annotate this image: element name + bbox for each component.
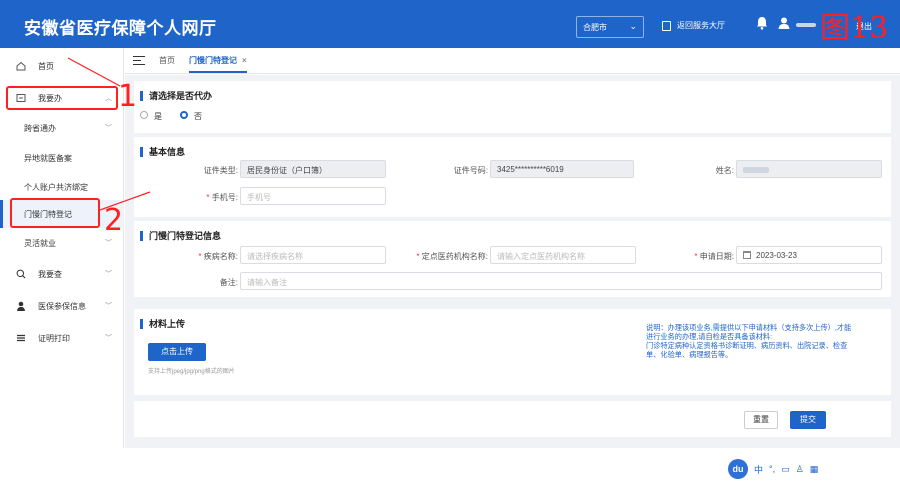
note-line: 进行业务的办理,请自检是否具备该材料: <box>646 332 773 341</box>
user-icon[interactable] <box>778 17 790 29</box>
date-label: * 申请日期: <box>694 252 734 261</box>
chevron-down-icon: ﹀ <box>105 240 112 247</box>
reset-button[interactable]: 重置 <box>744 411 778 429</box>
registration-panel: 门慢门特登记信息 * 疾病名称: 请选择疾病名称 * 定点医药机构名称: 请输入… <box>134 221 891 297</box>
top-header: 安徽省医疗保障个人网厅 合肥市 ⌄ 返回服务大厅 退出 <box>0 0 900 48</box>
tab-home[interactable]: 首页 <box>159 55 175 66</box>
figure-tag: 图13 <box>820 11 889 46</box>
sidebar-item-label: 我要查 <box>38 269 62 279</box>
phone-label: * 手机号: <box>206 193 238 202</box>
ime-toolbar[interactable]: du 中 °, ▭ ♙ ▦ <box>728 459 818 479</box>
bell-icon[interactable] <box>756 16 768 30</box>
tab-label: 门慢门特登记 <box>189 56 237 65</box>
note-line: 说明：办理该项业务,需提供以下申请材料（支持多次上传）,才能 <box>646 323 852 332</box>
upload-note: 说明：办理该项业务,需提供以下申请材料（支持多次上传）,才能 进行业务的办理,请… <box>646 323 886 359</box>
upload-button[interactable]: 点击上传 <box>148 343 206 361</box>
disease-label: * 疾病名称: <box>198 252 238 261</box>
remark-label: 备注: <box>219 278 238 287</box>
name-label: 姓名: <box>715 166 734 175</box>
id-number-label: 证件号码: <box>453 166 488 175</box>
sidebar-item-home[interactable]: 首页 <box>0 52 124 80</box>
sidebar-item-label: 证明打印 <box>38 333 70 343</box>
list-icon <box>16 333 26 343</box>
sidebar-item-label: 跨省通办 <box>24 123 56 133</box>
id-number-field[interactable]: 3425**********6019 <box>490 160 634 178</box>
home-icon <box>16 61 26 71</box>
user-icon <box>16 301 26 311</box>
sidebar-item-label: 个人账户共济绑定 <box>24 182 88 192</box>
basic-info-panel: 基本信息 证件类型: 居民身份证（户口簿） 证件号码: 3425********… <box>134 137 891 217</box>
sidebar-item-insurance-info[interactable]: 医保参保信息 ﹀ <box>0 292 124 320</box>
back-to-service-hall-link[interactable]: 返回服务大厅 <box>662 20 725 31</box>
city-select-value: 合肥市 <box>583 23 607 32</box>
date-picker[interactable]: 2023-03-23 <box>736 246 882 264</box>
tab-chronic-registration[interactable]: 门慢门特登记 × <box>189 55 247 73</box>
radio-agent-no[interactable] <box>180 111 188 119</box>
phone-input[interactable]: 手机号 <box>240 187 386 205</box>
action-bar: 重置 提交 <box>134 401 891 437</box>
sidebar-item-account-binding[interactable]: 个人账户共济绑定 <box>0 173 124 201</box>
menu-toggle-icon[interactable] <box>133 55 145 66</box>
exit-icon <box>662 20 671 31</box>
sidebar-item-certificate-print[interactable]: 证明打印 ﹀ <box>0 324 124 352</box>
section-title: 门慢门特登记信息 <box>140 231 221 241</box>
ime-language[interactable]: 中 <box>754 463 763 476</box>
sidebar-item-label: 首页 <box>38 61 54 71</box>
sidebar-item-query[interactable]: 我要查 ﹀ <box>0 260 124 288</box>
annotation-box-1 <box>6 86 118 110</box>
submit-button[interactable]: 提交 <box>790 411 826 429</box>
baidu-ime-icon[interactable]: du <box>728 459 748 479</box>
close-icon[interactable]: × <box>242 56 247 65</box>
radio-label: 否 <box>194 112 202 121</box>
chevron-down-icon: ﹀ <box>105 125 112 132</box>
punctuation-icon[interactable]: °, <box>769 464 775 474</box>
section-title: 请选择是否代办 <box>140 91 212 101</box>
search-icon <box>16 269 26 279</box>
tab-bar: 首页 门慢门特登记 × <box>125 48 900 74</box>
annotation-box-2 <box>10 198 100 228</box>
note-line: 单、化验单、病理报告等。 <box>646 350 733 359</box>
id-type-label: 证件类型: <box>203 166 238 175</box>
calendar-icon <box>743 251 751 259</box>
chevron-down-icon: ﹀ <box>105 335 112 342</box>
org-label: * 定点医药机构名称: <box>416 252 488 261</box>
sidebar-item-label: 医保参保信息 <box>38 301 86 311</box>
org-input[interactable]: 请输入定点医药机构名称 <box>490 246 636 264</box>
disease-select[interactable]: 请选择疾病名称 <box>240 246 386 264</box>
back-link-label: 返回服务大厅 <box>677 21 725 30</box>
grid-icon[interactable]: ▦ <box>810 464 819 475</box>
annotation-number-2: 2 <box>104 203 124 238</box>
chevron-down-icon: ﹀ <box>105 271 112 278</box>
upload-panel: 材料上传 点击上传 支持上传jpeg/jpg/png格式的图片 说明：办理该项业… <box>134 309 891 395</box>
main-content: 请选择是否代办 是 否 基本信息 证件类型: 居民身份证（户口簿） 证件号码: … <box>125 75 900 448</box>
user-icon[interactable]: ♙ <box>796 464 804 475</box>
keyboard-icon[interactable]: ▭ <box>781 464 790 475</box>
name-field[interactable] <box>736 160 882 178</box>
sidebar-item-label: 灵活就业 <box>24 238 56 248</box>
sidebar-item-cross-province[interactable]: 跨省通办 ﹀ <box>0 114 124 142</box>
date-value: 2023-03-23 <box>756 251 797 260</box>
section-title: 材料上传 <box>140 319 185 329</box>
upload-hint: 支持上传jpeg/jpg/png格式的图片 <box>148 369 235 375</box>
chevron-down-icon: ⌄ <box>629 21 637 31</box>
blurred-name <box>743 167 769 173</box>
site-title: 安徽省医疗保障个人网厅 <box>24 19 217 38</box>
blurred-username <box>796 23 816 27</box>
agent-panel: 请选择是否代办 是 否 <box>134 81 891 133</box>
annotation-number-1: 1 <box>118 79 138 114</box>
sidebar-item-remote-medical-filing[interactable]: 异地就医备案 <box>0 144 124 172</box>
note-line: 门诊特定病种认定资格书诊断证明、病历资料、出院记录、检查 <box>646 341 848 350</box>
id-type-field[interactable]: 居民身份证（户口簿） <box>240 160 386 178</box>
sidebar-item-label: 异地就医备案 <box>24 153 72 163</box>
city-select[interactable]: 合肥市 ⌄ <box>576 16 644 38</box>
chevron-down-icon: ﹀ <box>105 303 112 310</box>
remark-input[interactable]: 请输入备注 <box>240 272 882 290</box>
radio-label: 是 <box>154 112 162 121</box>
radio-agent-yes[interactable] <box>140 111 148 119</box>
section-title: 基本信息 <box>140 147 185 157</box>
